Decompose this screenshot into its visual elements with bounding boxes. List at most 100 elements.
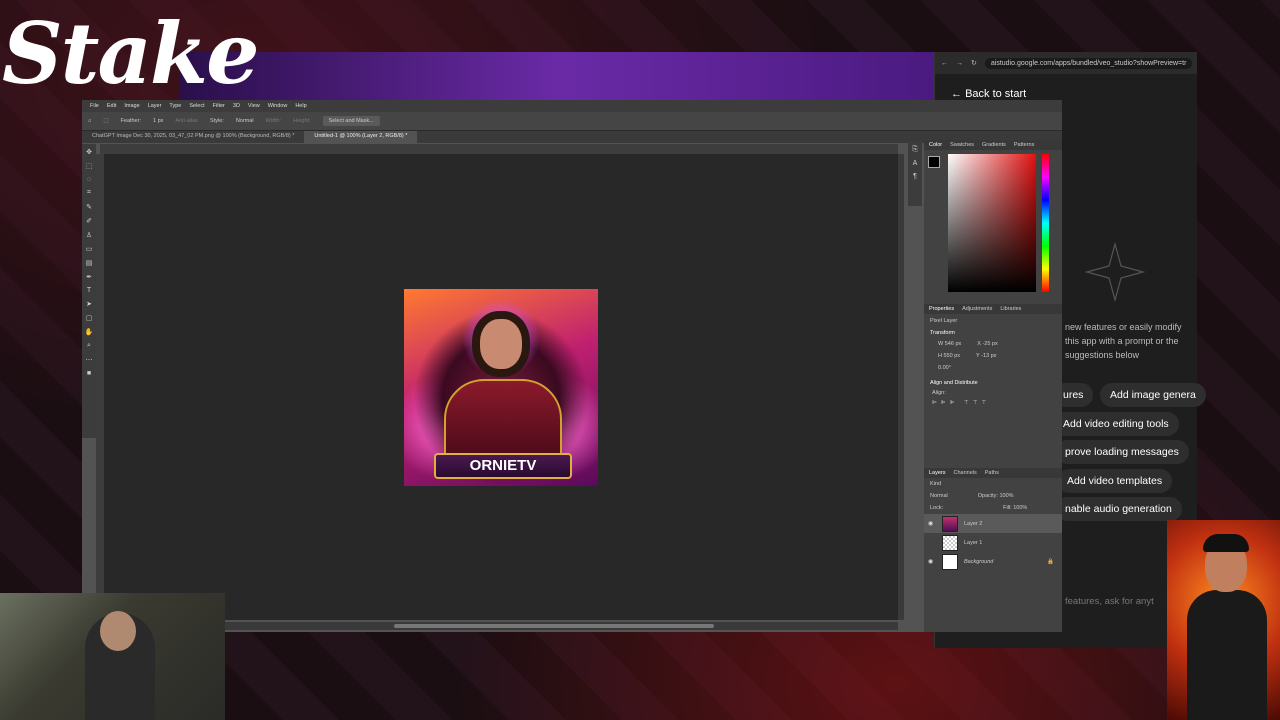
layer-row-layer-1[interactable]: Layer 1 xyxy=(924,533,1062,552)
align-distribute-heading[interactable]: Align and Distribute xyxy=(924,374,1062,388)
menu-edit[interactable]: Edit xyxy=(107,103,116,109)
menu-select[interactable]: Select xyxy=(189,103,204,109)
opacity-field[interactable]: 100% xyxy=(999,493,1013,499)
crop-tool-icon[interactable]: ⌗ xyxy=(87,189,91,197)
menu-image[interactable]: Image xyxy=(124,103,139,109)
menu-view[interactable]: View xyxy=(248,103,260,109)
pen-tool-icon[interactable]: ✒ xyxy=(86,273,92,281)
panel-icons-strip: ⎘ A ¶ xyxy=(908,142,922,206)
home-icon[interactable]: ⌂ xyxy=(88,118,91,124)
select-and-mask-button[interactable]: Select and Mask... xyxy=(322,116,380,126)
tab-adjustments[interactable]: Adjustments xyxy=(962,306,992,312)
layer-filter-kind[interactable]: Kind xyxy=(924,478,1062,490)
tab-chatgpt-image[interactable]: ChatGPT Image Dec 30, 2025, 03_47_02 PM.… xyxy=(82,131,305,143)
blend-mode-select[interactable]: Normal xyxy=(930,493,948,499)
layer-row-layer-2[interactable]: ◉ Layer 2 xyxy=(924,514,1062,533)
menu-help[interactable]: Help xyxy=(295,103,306,109)
zoom-tool-icon[interactable]: ⌕ xyxy=(87,342,91,350)
color-picker-field[interactable] xyxy=(948,154,1036,292)
suggestion-chip[interactable]: Add video templates xyxy=(1057,469,1173,493)
hue-slider[interactable] xyxy=(1042,154,1049,292)
tab-patterns[interactable]: Patterns xyxy=(1014,142,1034,148)
type-tool-icon[interactable]: T xyxy=(87,287,91,294)
eyedropper-tool-icon[interactable]: ✎ xyxy=(86,203,92,211)
path-select-tool-icon[interactable]: ➤ xyxy=(86,300,92,308)
suggestion-chip[interactable]: prove loading messages xyxy=(1055,440,1189,464)
tab-libraries[interactable]: Libraries xyxy=(1000,306,1021,312)
layer-row-background[interactable]: ◉ Background 🔒 xyxy=(924,552,1062,571)
artwork-image[interactable]: ORNIETV xyxy=(404,289,598,486)
gradient-tool-icon[interactable]: ▤ xyxy=(86,259,93,267)
tab-swatches[interactable]: Swatches xyxy=(950,142,974,148)
tab-untitled-1[interactable]: Untitled-1 @ 100% (Layer 2, RGB/8) * xyxy=(304,131,418,143)
helper-message: new features or easily modify this app w… xyxy=(1065,322,1182,360)
tab-layers[interactable]: Layers xyxy=(929,470,946,476)
scrollbar-thumb[interactable] xyxy=(394,624,714,628)
x-field[interactable]: -25 px xyxy=(982,341,997,347)
back-to-start-label: Back to start xyxy=(965,88,1027,100)
options-bar: ⌂ ⬚ Feather: 1 px Anti-alias Style: Norm… xyxy=(82,112,1062,131)
align-label: Align: xyxy=(932,390,946,396)
tab-gradients[interactable]: Gradients xyxy=(982,142,1006,148)
type-panel-icon[interactable]: A xyxy=(913,160,918,167)
vertical-scrollbar[interactable] xyxy=(898,154,904,620)
paragraph-icon[interactable]: ¶ xyxy=(913,173,917,180)
color-swatch-icon[interactable]: ■ xyxy=(87,370,91,377)
reload-icon[interactable]: ↻ xyxy=(971,59,977,67)
height-field[interactable]: 550 px xyxy=(944,353,961,359)
layer-name: Background xyxy=(964,558,994,565)
tools-panel: ✥ ⬚ ◌ ⌗ ✎ ✐ ♙ ▭ ▤ ✒ T ➤ ▢ ✋ ⌕ ⋯ ■ xyxy=(82,144,96,438)
more-tools-icon[interactable]: ⋯ xyxy=(86,356,93,364)
suggestion-chip[interactable]: Add video editing tools xyxy=(1053,412,1179,436)
feather-input[interactable]: 1 px xyxy=(153,118,163,124)
align-buttons[interactable]: ⊫⊫⊫ ⊤⊤⊤ xyxy=(924,398,1062,408)
fill-field[interactable]: 100% xyxy=(1013,505,1027,511)
prompt-input[interactable]: features, ask for anyt xyxy=(1065,596,1154,607)
layers-tabs: Layers Channels Paths xyxy=(924,468,1062,478)
menu-layer[interactable]: Layer xyxy=(148,103,162,109)
address-bar[interactable]: aistudio.google.com/apps/bundled/veo_stu… xyxy=(984,57,1193,69)
artwork-robe xyxy=(444,379,562,463)
marquee-icon[interactable]: ⬚ xyxy=(103,118,108,124)
suggestion-chip[interactable]: nable audio generation xyxy=(1055,497,1182,521)
menu-filter[interactable]: Filter xyxy=(213,103,225,109)
transform-heading[interactable]: Transform xyxy=(924,328,1062,338)
brush-tool-icon[interactable]: ✐ xyxy=(86,217,92,225)
foreground-color-swatch[interactable] xyxy=(928,156,940,168)
tab-properties[interactable]: Properties xyxy=(929,306,954,312)
tab-color[interactable]: Color xyxy=(929,142,942,148)
y-field[interactable]: -13 px xyxy=(981,353,996,359)
tab-paths[interactable]: Paths xyxy=(985,470,999,476)
menu-file[interactable]: File xyxy=(90,103,99,109)
lasso-tool-icon[interactable]: ◌ xyxy=(87,176,91,183)
lock-icon[interactable]: 🔒 xyxy=(1047,559,1062,565)
width-field[interactable]: 546 px xyxy=(945,341,962,347)
lock-label: Lock: xyxy=(930,505,944,511)
layer-name: Layer 1 xyxy=(964,539,983,546)
back-to-start-button[interactable]: ← Back to start xyxy=(951,88,1026,100)
history-icon[interactable]: ⎘ xyxy=(912,146,918,154)
eye-icon[interactable]: ◉ xyxy=(928,520,936,527)
forward-arrow-icon[interactable]: → xyxy=(956,60,963,67)
right-panels: Color Swatches Gradients Patterns Proper… xyxy=(924,140,1062,632)
shape-tool-icon[interactable]: ▢ xyxy=(86,314,93,322)
canvas-area[interactable]: ORNIETV xyxy=(104,154,898,620)
angle-field[interactable]: 0.00° xyxy=(924,362,1062,374)
color-panel-tabs: Color Swatches Gradients Patterns xyxy=(924,140,1062,150)
eraser-tool-icon[interactable]: ▭ xyxy=(86,245,93,253)
style-select[interactable]: Normal xyxy=(236,118,254,124)
move-tool-icon[interactable]: ✥ xyxy=(86,148,92,156)
hand-tool-icon[interactable]: ✋ xyxy=(85,328,94,336)
anti-alias-checkbox[interactable]: Anti-alias xyxy=(175,118,198,124)
eye-icon[interactable]: ◉ xyxy=(928,558,936,565)
marquee-tool-icon[interactable]: ⬚ xyxy=(86,162,93,170)
back-arrow-icon[interactable]: ← xyxy=(941,60,948,67)
layer-thumbnail xyxy=(942,534,958,551)
menu-window[interactable]: Window xyxy=(268,103,288,109)
menu-type[interactable]: Type xyxy=(169,103,181,109)
stamp-tool-icon[interactable]: ♙ xyxy=(86,231,92,239)
opacity-label: Opacity: xyxy=(977,493,998,499)
suggestion-chip[interactable]: Add image genera xyxy=(1100,383,1206,407)
tab-channels[interactable]: Channels xyxy=(954,470,977,476)
menu-3d[interactable]: 3D xyxy=(233,103,240,109)
